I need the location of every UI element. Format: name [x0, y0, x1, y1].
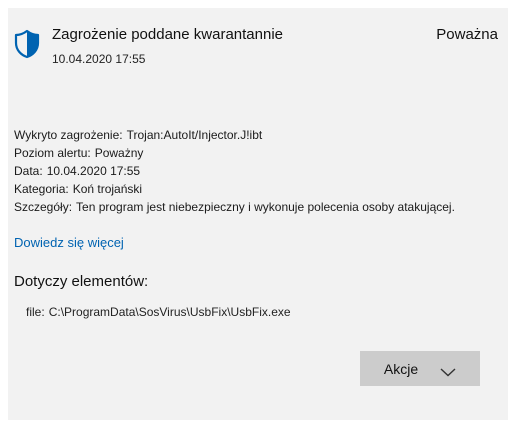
- chevron-down-icon: [440, 364, 456, 376]
- detail-row-alert-level: Poziom alertu: Poważny: [14, 144, 455, 162]
- detail-label: Kategoria:: [14, 182, 69, 196]
- detail-label: Szczegóły:: [14, 200, 73, 214]
- detail-value: Ten program jest niebezpieczny i wykonuj…: [76, 200, 455, 214]
- affected-item-type: file:: [26, 305, 45, 319]
- detail-label: Wykryto zagrożenie:: [14, 128, 123, 142]
- threat-timestamp: 10.04.2020 17:55: [52, 52, 146, 66]
- threat-details: Wykryto zagrożenie: Trojan:AutoIt/Injecto…: [14, 126, 455, 216]
- actions-button-label: Akcje: [383, 360, 419, 377]
- detail-value: Trojan:AutoIt/Injector.J!ibt: [126, 128, 263, 142]
- severity-label: Poważna: [436, 26, 498, 43]
- detail-row-description: Szczegóły: Ten program jest niebezpieczny…: [14, 198, 455, 216]
- detail-label: Poziom alertu:: [14, 146, 91, 160]
- detail-row-category: Kategoria: Koń trojański: [14, 180, 455, 198]
- actions-dropdown-button[interactable]: Akcje: [360, 351, 480, 386]
- shield-icon: [14, 29, 40, 59]
- detail-value: Koń trojański: [72, 182, 143, 196]
- detail-value: 10.04.2020 17:55: [46, 164, 141, 178]
- affected-item-path: C:\ProgramData\SosVirus\UsbFix\UsbFix.ex…: [48, 305, 291, 319]
- detail-row-detected: Wykryto zagrożenie: Trojan:AutoIt/Injecto…: [14, 126, 455, 144]
- learn-more-link[interactable]: Dowiedz się więcej: [14, 235, 124, 250]
- detail-label: Data:: [14, 164, 43, 178]
- threat-card: Zagrożenie poddane kwarantannie 10.04.20…: [8, 8, 508, 420]
- detail-row-date: Data: 10.04.2020 17:55: [14, 162, 455, 180]
- threat-title: Zagrożenie poddane kwarantannie: [52, 26, 283, 43]
- affected-item: file: C:\ProgramData\SosVirus\UsbFix\UsbF…: [26, 305, 291, 319]
- affected-items-heading: Dotyczy elementów:: [14, 273, 149, 290]
- detail-value: Poważny: [94, 146, 144, 160]
